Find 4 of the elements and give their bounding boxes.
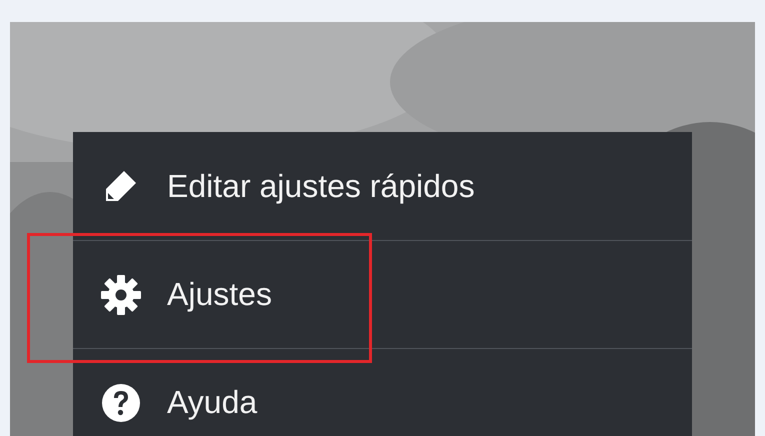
menu-item[interactable]: Ajustes (73, 240, 692, 348)
menu-item[interactable]: Ayuda (73, 348, 692, 436)
gear-icon (100, 274, 142, 316)
help-icon (100, 382, 142, 424)
